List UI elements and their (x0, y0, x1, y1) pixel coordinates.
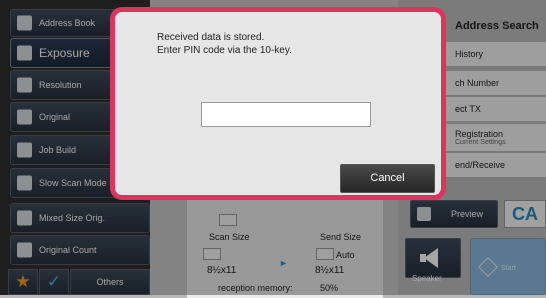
pin-input[interactable] (201, 102, 371, 127)
dialog-message: Received data is stored. Enter PIN code … (157, 31, 292, 57)
dialog-message-line2: Enter PIN code via the 10-key. (157, 45, 292, 56)
cancel-button[interactable]: Cancel (340, 164, 435, 193)
dialog-message-line1: Received data is stored. (157, 32, 265, 43)
pin-dialog: Received data is stored. Enter PIN code … (110, 7, 446, 200)
